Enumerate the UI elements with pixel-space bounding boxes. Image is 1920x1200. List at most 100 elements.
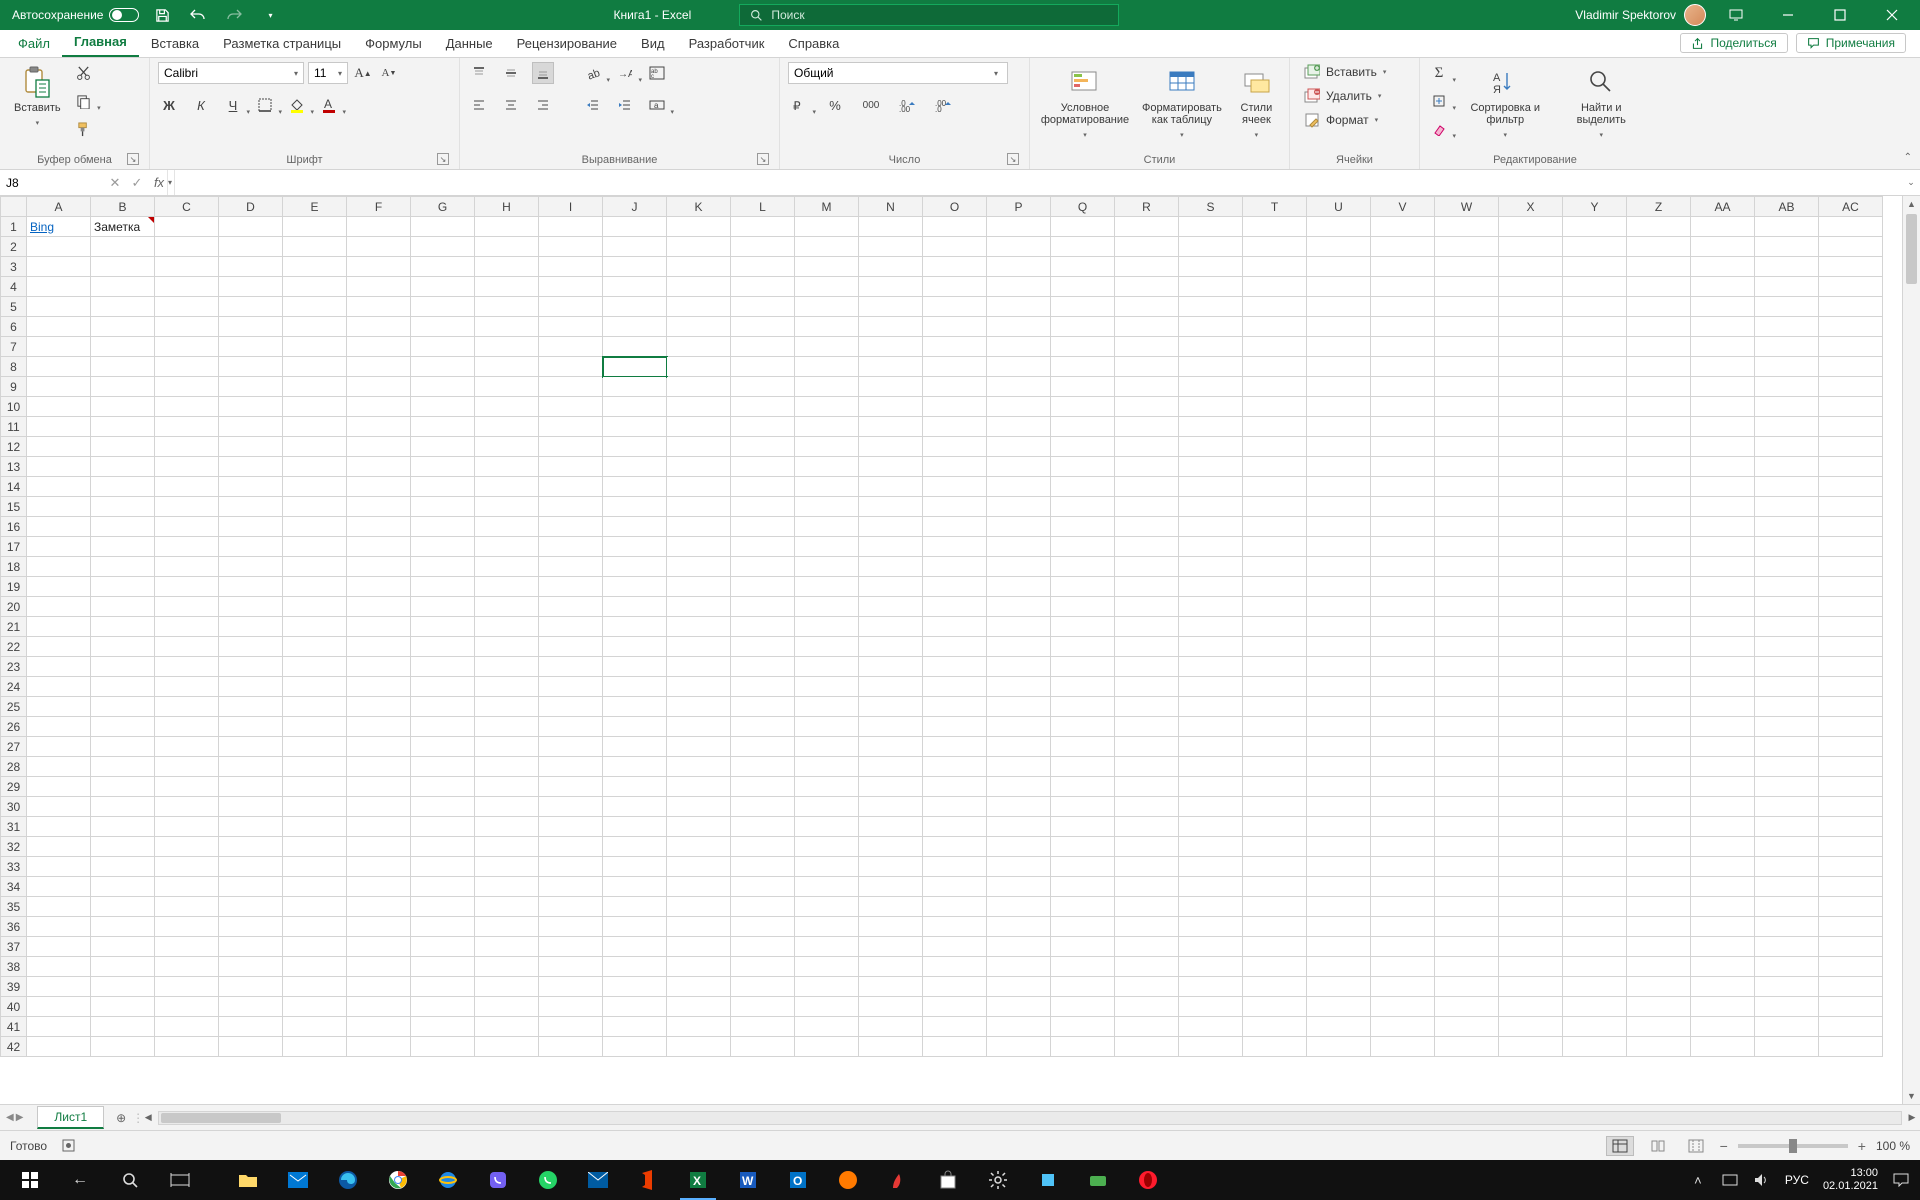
cell[interactable] <box>859 617 923 637</box>
cell[interactable] <box>923 457 987 477</box>
cell[interactable] <box>1435 757 1499 777</box>
cell[interactable] <box>1115 617 1179 637</box>
cell[interactable] <box>603 437 667 457</box>
cell[interactable] <box>1051 377 1115 397</box>
cell[interactable] <box>155 597 219 617</box>
cell[interactable] <box>1563 437 1627 457</box>
cell[interactable] <box>1819 1017 1883 1037</box>
cell[interactable] <box>1179 577 1243 597</box>
cell[interactable] <box>1499 257 1563 277</box>
cell[interactable] <box>731 357 795 377</box>
cell[interactable] <box>1179 717 1243 737</box>
cell[interactable] <box>1051 717 1115 737</box>
cell[interactable] <box>1243 417 1307 437</box>
cell[interactable] <box>795 657 859 677</box>
cell[interactable] <box>667 537 731 557</box>
cell[interactable] <box>1627 717 1691 737</box>
cell[interactable] <box>1435 457 1499 477</box>
cell[interactable] <box>411 677 475 697</box>
cell[interactable] <box>1755 257 1819 277</box>
cell[interactable] <box>923 557 987 577</box>
cell[interactable] <box>475 597 539 617</box>
cell[interactable] <box>1307 997 1371 1017</box>
cell[interactable] <box>1691 817 1755 837</box>
cell[interactable] <box>1307 737 1371 757</box>
enter-formula-icon[interactable]: ✓ <box>126 175 148 191</box>
cell[interactable] <box>667 417 731 437</box>
cell[interactable] <box>283 577 347 597</box>
cell[interactable] <box>923 277 987 297</box>
cell[interactable] <box>475 357 539 377</box>
cell[interactable] <box>219 757 283 777</box>
cell[interactable] <box>1499 677 1563 697</box>
cell[interactable] <box>539 937 603 957</box>
cell[interactable] <box>27 797 91 817</box>
paste-button[interactable]: Вставить ▾ <box>8 62 67 134</box>
cell[interactable] <box>283 977 347 997</box>
cell[interactable] <box>795 757 859 777</box>
cell[interactable] <box>731 477 795 497</box>
row-header[interactable]: 14 <box>1 477 27 497</box>
format-as-table-button[interactable]: Форматировать как таблицу▾ <box>1134 62 1230 146</box>
cell[interactable] <box>1819 617 1883 637</box>
cell[interactable] <box>1819 517 1883 537</box>
cell[interactable] <box>1243 897 1307 917</box>
cell[interactable] <box>923 497 987 517</box>
cell[interactable] <box>539 897 603 917</box>
cell[interactable] <box>603 977 667 997</box>
cell[interactable] <box>795 457 859 477</box>
cell[interactable] <box>1307 477 1371 497</box>
cell[interactable] <box>1051 997 1115 1017</box>
volume-icon[interactable] <box>1753 1171 1771 1189</box>
cell[interactable] <box>859 437 923 457</box>
cell[interactable] <box>1755 1017 1819 1037</box>
cell[interactable] <box>1307 317 1371 337</box>
cell[interactable] <box>155 757 219 777</box>
cell[interactable] <box>475 617 539 637</box>
cell[interactable] <box>27 537 91 557</box>
word-taskbar-icon[interactable]: W <box>724 1160 772 1200</box>
cell[interactable] <box>539 577 603 597</box>
cell[interactable] <box>1307 577 1371 597</box>
cell[interactable] <box>1307 837 1371 857</box>
column-header[interactable]: J <box>603 197 667 217</box>
cell[interactable] <box>1435 377 1499 397</box>
cell[interactable] <box>1435 697 1499 717</box>
cell[interactable] <box>219 377 283 397</box>
cell[interactable] <box>923 957 987 977</box>
cell[interactable] <box>1371 997 1435 1017</box>
cell[interactable] <box>731 757 795 777</box>
cell[interactable] <box>1755 377 1819 397</box>
cell[interactable] <box>731 437 795 457</box>
cell[interactable] <box>603 637 667 657</box>
cell[interactable] <box>1755 617 1819 637</box>
underline-icon[interactable]: Ч <box>222 94 244 116</box>
cell[interactable] <box>1691 717 1755 737</box>
cell[interactable] <box>1755 957 1819 977</box>
dialog-launcher-icon[interactable]: ↘ <box>1007 153 1019 165</box>
cell[interactable] <box>347 457 411 477</box>
cell[interactable] <box>987 977 1051 997</box>
cell[interactable] <box>1435 737 1499 757</box>
cell[interactable] <box>347 697 411 717</box>
cell[interactable] <box>1819 757 1883 777</box>
cell[interactable] <box>1563 577 1627 597</box>
cell[interactable] <box>1435 317 1499 337</box>
cell[interactable] <box>731 297 795 317</box>
column-header[interactable]: P <box>987 197 1051 217</box>
cell[interactable] <box>1307 377 1371 397</box>
cell[interactable] <box>987 757 1051 777</box>
cell[interactable] <box>1499 597 1563 617</box>
cell[interactable] <box>1371 377 1435 397</box>
cell[interactable] <box>1627 597 1691 617</box>
cell[interactable] <box>1499 657 1563 677</box>
cell[interactable] <box>603 697 667 717</box>
cell[interactable] <box>987 637 1051 657</box>
cell[interactable] <box>1051 897 1115 917</box>
font-color-icon[interactable]: A <box>318 94 340 116</box>
cell[interactable] <box>155 777 219 797</box>
cell[interactable] <box>1691 397 1755 417</box>
column-header[interactable]: AA <box>1691 197 1755 217</box>
cell[interactable] <box>1435 1037 1499 1057</box>
cell[interactable] <box>475 577 539 597</box>
